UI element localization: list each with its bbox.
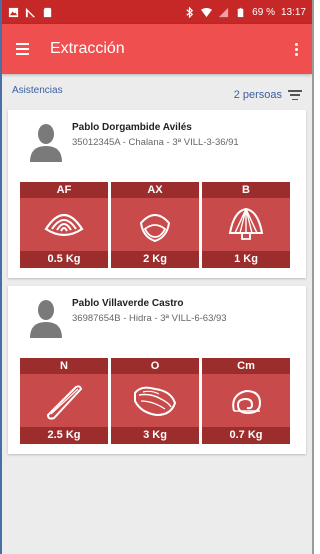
species-code: Cm: [202, 358, 290, 374]
clam-shell-icon: [44, 213, 84, 236]
species-code: O: [111, 358, 199, 374]
wifi-icon: [201, 7, 213, 17]
species-tile-o[interactable]: O 3 Kg: [111, 358, 199, 444]
app-frame: 69 % 13:17 Extracción Asistencias 2 pers…: [0, 0, 314, 554]
species-code: N: [20, 358, 108, 374]
person-details: 36987654B - Hidra - 3ª VILL-6-63/93: [72, 313, 227, 324]
section-label: Asistencias: [12, 84, 63, 96]
oyster-icon: [134, 386, 177, 416]
razor-clam-icon: [46, 384, 83, 420]
attendance-card[interactable]: Pablo Villaverde Castro 36987654B - Hidr…: [8, 286, 306, 454]
species-weight: 2.5 Kg: [20, 427, 108, 444]
persons-count[interactable]: 2 persoas: [234, 89, 282, 101]
menu-icon[interactable]: [12, 38, 34, 60]
app-bar: Extracción: [2, 24, 312, 74]
species-tile-cm[interactable]: Cm 0.7 Kg: [202, 358, 290, 444]
clock: 13:17: [280, 6, 306, 18]
species-weight: 1 Kg: [202, 251, 290, 268]
sd-card-icon: [43, 7, 52, 17]
species-code: AX: [111, 182, 199, 198]
attendance-card[interactable]: Pablo Dorgambide Avilés 35012345A - Chal…: [8, 110, 306, 278]
species-tiles: N 2.5 Kg O 3 Kg Cm 0.7 Kg: [14, 358, 300, 444]
species-code: B: [202, 182, 290, 198]
signal-icon: [219, 7, 229, 17]
avatar-icon: [30, 300, 62, 338]
list-subheader: Asistencias 2 persoas: [2, 74, 312, 110]
bluetooth-icon: [186, 6, 194, 18]
species-tile-af[interactable]: AF 0.5 Kg: [20, 182, 108, 268]
person-name: Pablo Dorgambide Avilés: [72, 122, 192, 133]
species-weight: 3 Kg: [111, 427, 199, 444]
page-title: Extracción: [50, 40, 125, 57]
species-tile-n[interactable]: N 2.5 Kg: [20, 358, 108, 444]
network-notification-icon: [25, 7, 36, 17]
overflow-menu-icon[interactable]: [290, 39, 302, 59]
image-notification-icon: [8, 7, 19, 17]
avatar-icon: [30, 124, 62, 162]
cockle-shell-icon: [139, 213, 171, 242]
species-weight: 0.7 Kg: [202, 427, 290, 444]
person-row: Pablo Villaverde Castro 36987654B - Hidr…: [14, 294, 300, 338]
person-row: Pablo Dorgambide Avilés 35012345A - Chal…: [14, 118, 300, 162]
battery-icon: [237, 7, 244, 17]
status-bar: 69 % 13:17: [2, 0, 312, 24]
filter-icon[interactable]: [288, 90, 302, 100]
species-tile-ax[interactable]: AX 2 Kg: [111, 182, 199, 268]
species-tile-b[interactable]: B 1 Kg: [202, 182, 290, 268]
species-weight: 0.5 Kg: [20, 251, 108, 268]
persons-filter[interactable]: 2 persoas: [234, 89, 302, 101]
species-code: AF: [20, 182, 108, 198]
scallop-shell-icon: [228, 207, 264, 240]
person-name: Pablo Villaverde Castro: [72, 298, 184, 309]
species-weight: 2 Kg: [111, 251, 199, 268]
snail-shell-icon: [232, 389, 262, 414]
species-tiles: AF 0.5 Kg AX 2 Kg B 1 Kg: [14, 182, 300, 268]
person-details: 35012345A - Chalana - 3ª VILL-3-36/91: [72, 137, 239, 148]
battery-percent: 69 %: [252, 6, 275, 18]
